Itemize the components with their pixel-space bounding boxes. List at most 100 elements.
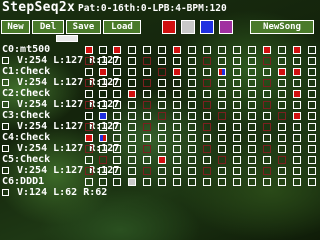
step-cell[interactable] (128, 46, 136, 54)
step-cell-alt[interactable] (113, 123, 121, 131)
step-cell-alt[interactable] (248, 167, 256, 175)
step-cell[interactable] (308, 68, 316, 76)
step-cell[interactable] (308, 156, 316, 164)
step-cell[interactable] (158, 178, 166, 186)
step-cell-alt[interactable] (99, 167, 107, 175)
step-cell[interactable] (263, 68, 271, 76)
step-cell[interactable] (308, 178, 316, 186)
step-cell-alt[interactable] (113, 57, 121, 65)
step-cell[interactable] (278, 90, 286, 98)
step-cell-alt[interactable] (113, 101, 121, 109)
step-cell[interactable] (308, 46, 316, 54)
step-cell[interactable] (218, 90, 226, 98)
color-swatch-purple[interactable] (219, 20, 233, 34)
step-cell-alt[interactable] (293, 57, 301, 65)
step-cell-alt[interactable] (143, 57, 151, 65)
step-cell[interactable] (233, 46, 241, 54)
channel-mute-checkbox[interactable] (2, 123, 9, 130)
step-cell-alt[interactable] (85, 79, 93, 87)
step-cell-alt[interactable] (278, 101, 286, 109)
step-cell-alt[interactable] (218, 123, 226, 131)
step-cell-alt[interactable] (218, 79, 226, 87)
step-cell-alt[interactable] (278, 167, 286, 175)
step-cell[interactable] (128, 178, 136, 186)
step-cell[interactable] (85, 178, 93, 186)
step-cell[interactable] (85, 68, 93, 76)
step-cell[interactable] (143, 178, 151, 186)
step-cell-alt[interactable] (99, 79, 107, 87)
step-cell-alt[interactable] (85, 101, 93, 109)
step-cell[interactable] (173, 46, 181, 54)
load-button[interactable]: Load (103, 20, 141, 34)
step-cell[interactable] (143, 112, 151, 120)
step-cell[interactable] (203, 134, 211, 142)
step-cell-alt[interactable] (203, 57, 211, 65)
channel-name[interactable]: C4:Check (2, 133, 50, 143)
step-cell-alt[interactable] (173, 79, 181, 87)
step-cell[interactable] (233, 178, 241, 186)
step-cell[interactable] (263, 134, 271, 142)
channel-name[interactable]: C0:mt500 (2, 45, 50, 55)
step-cell-alt[interactable] (248, 123, 256, 131)
step-cell[interactable] (263, 178, 271, 186)
step-cell[interactable] (203, 68, 211, 76)
step-cell-alt[interactable] (308, 57, 316, 65)
step-cell-alt[interactable] (113, 167, 121, 175)
step-cell[interactable] (293, 134, 301, 142)
pattern-scroll-thumb[interactable] (56, 35, 78, 42)
step-cell-alt[interactable] (233, 57, 241, 65)
step-cell-alt[interactable] (85, 145, 93, 153)
step-cell-alt[interactable] (203, 123, 211, 131)
step-cell-alt[interactable] (248, 145, 256, 153)
step-cell[interactable] (293, 178, 301, 186)
step-cell-alt[interactable] (158, 79, 166, 87)
step-cell[interactable] (99, 112, 107, 120)
step-cell[interactable] (85, 112, 93, 120)
step-cell-alt[interactable] (128, 123, 136, 131)
step-cell-alt[interactable] (263, 79, 271, 87)
step-cell-alt[interactable] (233, 145, 241, 153)
step-cell[interactable] (188, 156, 196, 164)
save-button[interactable]: Save (66, 20, 101, 34)
step-cell-alt[interactable] (263, 57, 271, 65)
step-cell[interactable] (85, 90, 93, 98)
step-cell[interactable] (248, 178, 256, 186)
step-cell[interactable] (233, 112, 241, 120)
step-cell[interactable] (278, 178, 286, 186)
step-cell-alt[interactable] (233, 167, 241, 175)
step-cell-alt[interactable] (203, 167, 211, 175)
step-cell-alt[interactable] (293, 145, 301, 153)
step-cell[interactable] (158, 156, 166, 164)
step-cell[interactable] (158, 134, 166, 142)
step-cell-alt[interactable] (308, 79, 316, 87)
step-cell[interactable] (203, 156, 211, 164)
step-cell-alt[interactable] (293, 101, 301, 109)
step-cell[interactable] (143, 46, 151, 54)
step-cell[interactable] (173, 134, 181, 142)
step-cell[interactable] (293, 90, 301, 98)
step-cell[interactable] (293, 68, 301, 76)
step-cell[interactable] (143, 90, 151, 98)
step-cell-alt[interactable] (158, 145, 166, 153)
step-cell[interactable] (248, 112, 256, 120)
channel-mute-checkbox[interactable] (2, 189, 9, 196)
step-cell[interactable] (278, 46, 286, 54)
step-cell-alt[interactable] (128, 101, 136, 109)
step-cell[interactable] (99, 134, 107, 142)
step-cell[interactable] (143, 156, 151, 164)
step-cell[interactable] (173, 112, 181, 120)
step-cell[interactable] (128, 156, 136, 164)
step-cell-alt[interactable] (128, 167, 136, 175)
step-cell[interactable] (85, 156, 93, 164)
del-button[interactable]: Del (32, 20, 64, 34)
step-cell-alt[interactable] (233, 79, 241, 87)
step-cell-alt[interactable] (263, 145, 271, 153)
step-cell-alt[interactable] (188, 101, 196, 109)
step-cell[interactable] (188, 134, 196, 142)
step-cell-alt[interactable] (218, 101, 226, 109)
step-cell[interactable] (99, 90, 107, 98)
step-cell-alt[interactable] (278, 79, 286, 87)
step-cell[interactable] (173, 178, 181, 186)
channel-name[interactable]: C6:DDD1 (2, 177, 44, 187)
step-cell[interactable] (248, 134, 256, 142)
